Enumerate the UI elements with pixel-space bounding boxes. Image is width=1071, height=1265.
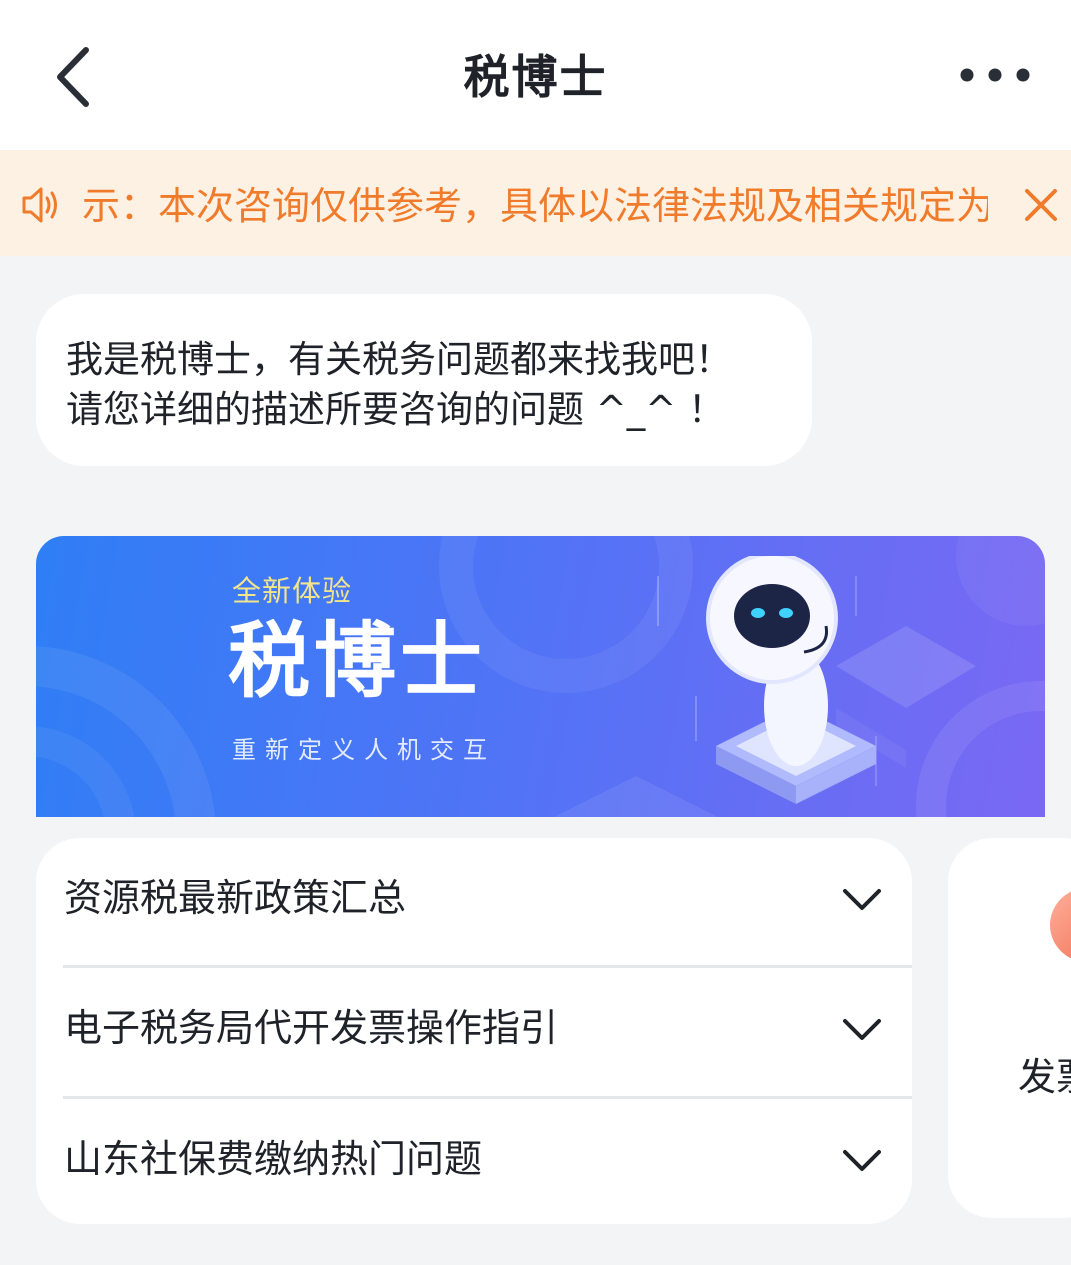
close-icon bbox=[1025, 189, 1057, 221]
faq-item-label: 电子税务局代开发票操作指引 bbox=[64, 1006, 559, 1050]
robot-mascot-illustration bbox=[706, 556, 876, 804]
banner-subtitle: 全新体验 bbox=[232, 574, 353, 608]
invoice-icon bbox=[1050, 888, 1071, 962]
welcome-line-1: 我是税博士，有关税务问题都来找我吧！ bbox=[66, 338, 732, 381]
faq-item[interactable]: 资源税最新政策汇总 bbox=[36, 838, 912, 968]
welcome-message-bubble: 我是税博士，有关税务问题都来找我吧！ 请您详细的描述所要咨询的问题 ^_^ ！ bbox=[36, 294, 812, 466]
more-button[interactable] bbox=[955, 60, 1035, 90]
faq-item[interactable]: 电子税务局代开发票操作指引 bbox=[36, 968, 912, 1098]
chevron-down-icon bbox=[843, 1019, 881, 1040]
faq-item[interactable]: 山东社保费缴纳热门问题 bbox=[36, 1099, 912, 1224]
faq-item-label: 资源税最新政策汇总 bbox=[64, 876, 407, 920]
page-title: 税博士 bbox=[463, 50, 608, 104]
speaker-icon bbox=[22, 187, 57, 223]
notice-marquee: 示：本次咨询仅供参考，具体以法律法规及相关规定为准 bbox=[82, 176, 988, 236]
banner-slogan: 重新定义人机交互 bbox=[232, 736, 496, 764]
chevron-down-icon bbox=[843, 889, 881, 910]
faq-list-card: 资源税最新政策汇总 电子税务局代开发票操作指引 山东社保费缴纳热门问题 bbox=[36, 838, 912, 1224]
side-card-label: 发票 bbox=[1018, 1055, 1071, 1099]
promo-banner[interactable]: 全新体验 税博士 重新定义人机交互 bbox=[36, 536, 1045, 817]
more-horizontal-icon bbox=[960, 68, 1030, 82]
banner-title: 税博士 bbox=[228, 614, 487, 709]
notice-text: 示：本次咨询仅供参考，具体以法律法规及相关规定为准 bbox=[82, 184, 988, 228]
notice-close-button[interactable] bbox=[1018, 182, 1064, 228]
top-nav-bar: 税博士 bbox=[0, 0, 1071, 150]
side-feature-card[interactable]: 发票 bbox=[948, 838, 1071, 1218]
faq-item-label: 山东社保费缴纳热门问题 bbox=[64, 1137, 483, 1181]
chevron-down-icon bbox=[843, 1150, 881, 1171]
welcome-line-2: 请您详细的描述所要咨询的问题 ^_^ ！ bbox=[66, 388, 726, 431]
